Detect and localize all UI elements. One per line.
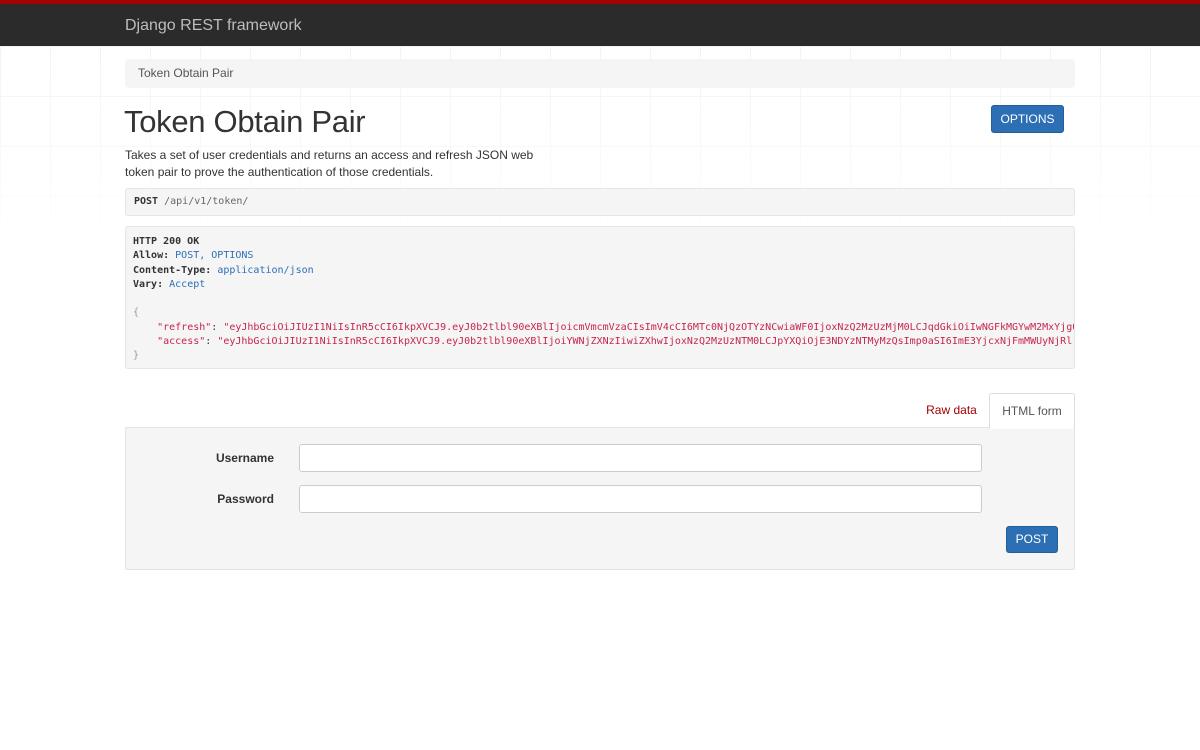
request-info: POST /api/v1/token/ — [125, 188, 1075, 216]
navbar-brand[interactable]: Django REST framework — [125, 17, 302, 35]
breadcrumb: Token Obtain Pair — [125, 59, 1075, 88]
tab-raw-data[interactable]: Raw data — [914, 394, 989, 428]
response-header-key: Content-Type: — [133, 264, 212, 276]
username-input[interactable] — [299, 444, 982, 472]
json-open-brace: { — [133, 307, 140, 319]
response-header-value: POST, OPTIONS — [175, 250, 254, 262]
navbar: Django REST framework — [0, 0, 1200, 46]
page-title: Token Obtain Pair — [124, 104, 366, 139]
response-status: HTTP 200 OK — [133, 236, 200, 247]
response-header-key: Vary: — [133, 278, 164, 290]
json-close-brace: } — [133, 350, 140, 362]
response-header-key: Allow: — [133, 250, 170, 262]
username-label: Username — [215, 451, 274, 465]
request-method: POST — [134, 196, 159, 207]
breadcrumb-current: Token Obtain Pair — [138, 66, 234, 80]
json-key-refresh: "refresh" — [157, 321, 212, 333]
response-header-value: Accept — [169, 278, 206, 290]
json-key-access: "access" — [157, 336, 206, 348]
password-label: Password — [217, 492, 274, 506]
post-button[interactable]: POST — [1006, 526, 1058, 553]
page-description: Takes a set of user credentials and retu… — [125, 148, 534, 179]
response-info: HTTP 200 OK Allow: POST, OPTIONS Content… — [125, 226, 1075, 369]
json-value-access: "eyJhbGciOiJIUzI1NiIsInR5cCI6IkpXVCJ9.ey… — [217, 336, 1073, 348]
password-input[interactable] — [299, 485, 982, 513]
json-value-refresh: "eyJhbGciOiJIUzI1NiIsInR5cCI6IkpXVCJ9.ey… — [223, 321, 1075, 333]
response-header-value: application/json — [217, 264, 314, 276]
options-button[interactable]: OPTIONS — [991, 105, 1064, 133]
request-url: /api/v1/token/ — [164, 196, 249, 207]
tab-html-form[interactable]: HTML form — [989, 393, 1075, 429]
